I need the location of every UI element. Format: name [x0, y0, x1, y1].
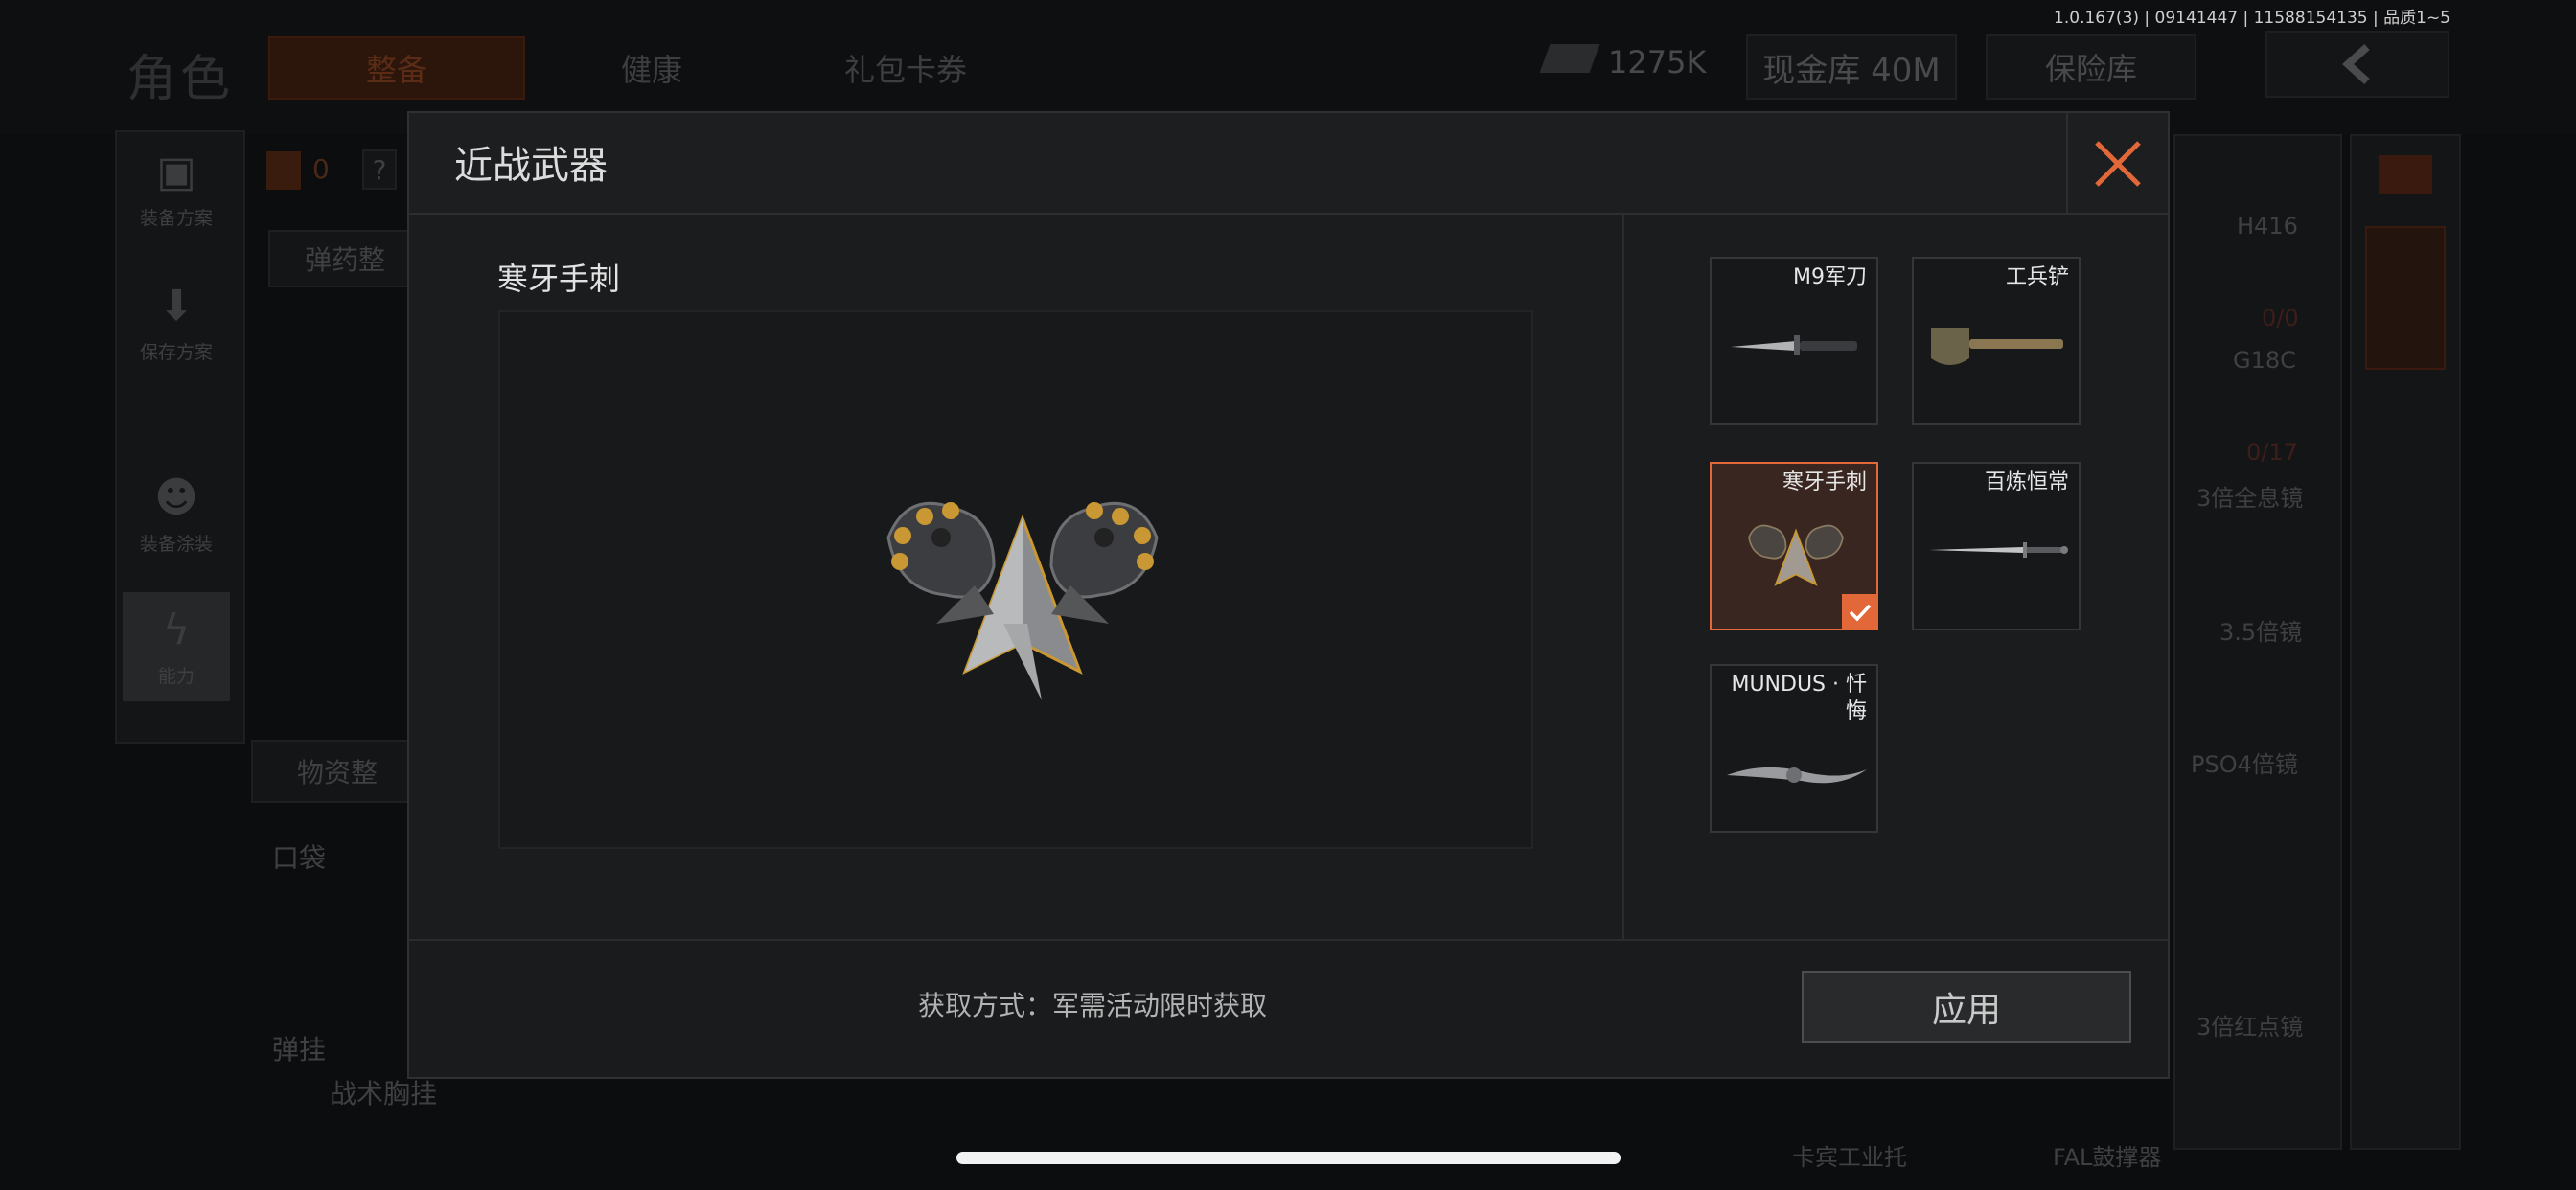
bayonet-icon [1731, 335, 1857, 355]
item-preview[interactable] [498, 310, 1533, 849]
divider [1622, 215, 1624, 1048]
back-button[interactable] [2266, 31, 2450, 98]
item-card-claw[interactable]: 寒牙手刺 [1710, 462, 1878, 630]
weapon-name: H416 [2237, 213, 2298, 240]
attachment-name: 卡宾工业托 [1792, 1144, 1907, 1171]
side-label: 保存方案 [139, 342, 213, 363]
close-icon [2095, 141, 2141, 187]
weapon-name: G18C [2233, 347, 2296, 374]
ammo-box-icon [2379, 155, 2432, 194]
side-label: 装备涂装 [139, 534, 213, 555]
close-button[interactable] [2066, 113, 2168, 215]
supply-section: 物资整 [251, 740, 424, 803]
back-arrow-icon [2342, 44, 2370, 84]
counter-value: 0 [312, 153, 330, 185]
helmet-icon: ☻ [154, 473, 198, 522]
side-item-ability[interactable]: ϟ 能力 [123, 592, 230, 701]
acquisition-text: 获取方式：军需活动限时获取 [918, 990, 1268, 1021]
version-label: 1.0.167(3) | 09141447 | 11588154135 | 品质… [2054, 9, 2450, 28]
item-card-mundus[interactable]: MUNDUS · 忏悔 [1710, 664, 1878, 833]
counter-icon [266, 151, 301, 190]
download-icon: ⬇ [158, 282, 195, 331]
safe-box-button[interactable]: 保险库 [1986, 34, 2196, 100]
melee-weapon-dialog: 近战武器 寒牙手刺 M9军刀 工兵铲 寒牙手刺 百炼恒常 MUNDUS · 忏悔… [407, 111, 2170, 1079]
item-card-label: MUNDUS · 忏悔 [1731, 673, 1867, 723]
home-indicator[interactable] [956, 1152, 1621, 1164]
cash-vault-button[interactable]: 现金库 40M [1746, 34, 1957, 100]
item-card-label: 百炼恒常 [1984, 470, 2069, 494]
side-item-save[interactable]: ⬇ 保存方案 [123, 268, 230, 378]
dialog-header: 近战武器 [409, 113, 2168, 215]
item-card-sword[interactable]: 百炼恒常 [1912, 462, 2081, 630]
selected-check-icon [1842, 594, 1878, 630]
item-card-shovel[interactable]: 工兵铲 [1912, 257, 2081, 425]
claw-blade-icon [1748, 524, 1844, 586]
side-item-skin[interactable]: ☻ 装备涂装 [123, 460, 230, 569]
attachment-name: PSO4倍镜 [2191, 751, 2298, 778]
item-card-label: 寒牙手刺 [1782, 470, 1867, 494]
tab-equip[interactable]: 整备 [268, 36, 525, 100]
attachment-name: 3.5倍镜 [2220, 619, 2303, 646]
attachment-name: FAL鼓撑器 [2053, 1144, 2162, 1171]
ammo-section: 弹药整 [268, 230, 422, 287]
ammo-count: 0/0 [2262, 305, 2299, 332]
item-card-label: 工兵铲 [2005, 265, 2069, 289]
side-label: 能力 [157, 666, 195, 687]
selected-item-name: 寒牙手刺 [497, 261, 621, 297]
claw-blade-icon [886, 501, 1159, 700]
side-item-loadout[interactable]: ▣ 装备方案 [123, 134, 230, 243]
currency-value: 1275K [1608, 44, 1707, 80]
item-card-label: M9军刀 [1793, 265, 1867, 289]
cash-icon [1539, 44, 1600, 73]
vest-label: 战术胸挂 [330, 1078, 438, 1110]
attachment-name: 3倍全息镜 [2196, 485, 2304, 512]
help-icon[interactable]: ? [362, 149, 397, 190]
sling-label: 弹挂 [272, 1034, 327, 1065]
side-label: 装备方案 [139, 208, 213, 229]
slot-active[interactable] [2365, 226, 2446, 370]
backpack-icon: ▣ [156, 148, 196, 196]
shovel-icon [1931, 328, 2063, 365]
lightning-icon: ϟ [162, 606, 191, 654]
dialog-title: 近战武器 [454, 144, 608, 188]
dagger-icon [1727, 767, 1867, 784]
pocket-label: 口袋 [272, 842, 327, 874]
page-title: 角色 [126, 51, 235, 108]
tab-health[interactable]: 健康 [556, 36, 748, 100]
item-card-m9[interactable]: M9军刀 [1710, 257, 1878, 425]
attachment-name: 3倍红点镜 [2196, 1014, 2304, 1041]
ammo-count: 0/17 [2246, 439, 2298, 466]
apply-button[interactable]: 应用 [1802, 971, 2131, 1043]
sword-icon [1929, 542, 2068, 558]
tab-gift-cards[interactable]: 礼包卡券 [786, 36, 1025, 100]
